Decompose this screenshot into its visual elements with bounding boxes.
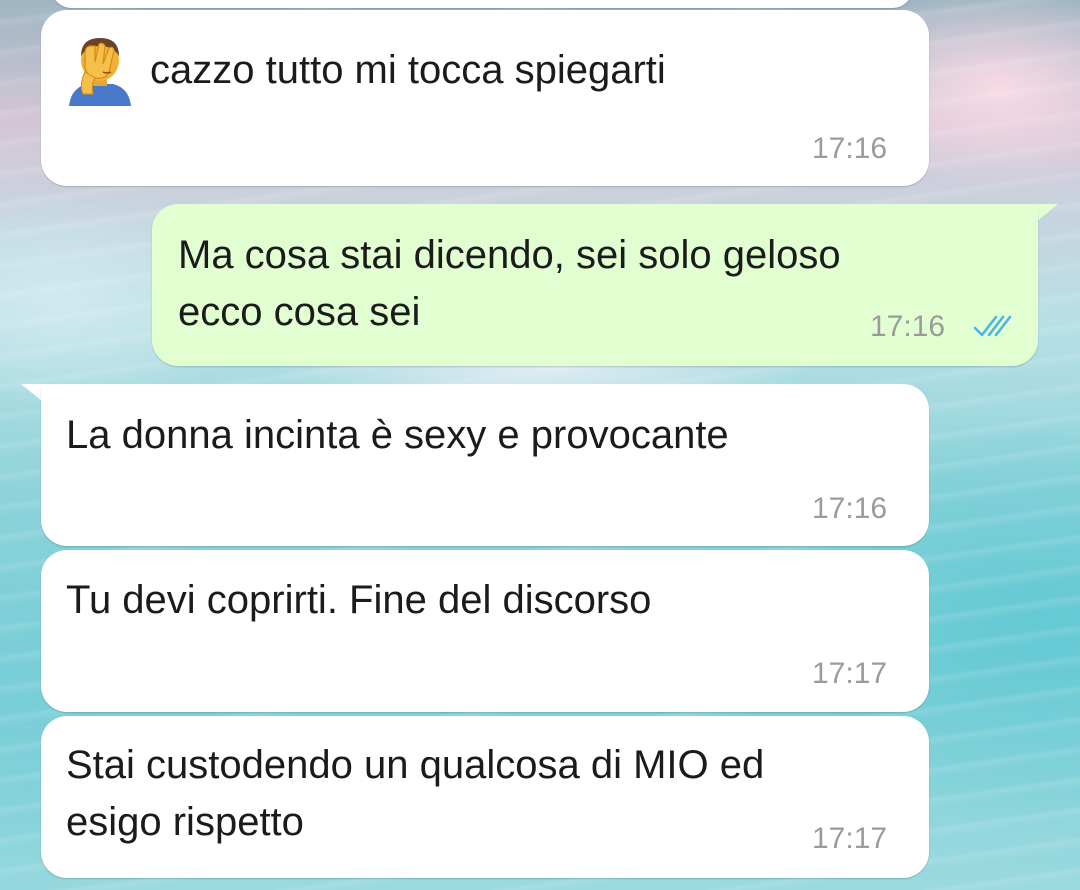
message-timestamp: 17:17 (812, 657, 888, 690)
message-timestamp: 17:16 (812, 132, 888, 165)
message-text-line-1: Ma cosa stai dicendo, sei solo geloso (178, 233, 841, 277)
message-text-line-2: esigo rispetto (66, 800, 304, 844)
message-bubble-incoming[interactable]: La donna incinta è sexy e provocante 17:… (41, 384, 929, 546)
message-timestamp: 17:17 (812, 822, 888, 855)
bubble-tail (1036, 204, 1058, 222)
person-facepalming-icon (63, 32, 137, 106)
message-bubble-incoming[interactable]: Stai custodendo un qualcosa di MIO ed es… (41, 716, 929, 878)
message-timestamp: 17:16 (812, 492, 888, 525)
message-timestamp: 17:16 (870, 310, 946, 343)
message-bubble-outgoing[interactable]: Ma cosa stai dicendo, sei solo geloso ec… (152, 204, 1038, 366)
message-text-line-1: Stai custodendo un qualcosa di MIO ed (66, 743, 765, 787)
message-text: Tu devi coprirti. Fine del discorso (66, 578, 652, 622)
double-check-read-icon (972, 312, 1016, 340)
message-text: La donna incinta è sexy e provocante (66, 413, 729, 457)
message-text-line-2: ecco cosa sei (178, 290, 421, 334)
message-bubble-incoming[interactable]: Tu devi coprirti. Fine del discorso 17:1… (41, 550, 929, 712)
message-bubble-incoming[interactable]: cazzo tutto mi tocca spiegarti 17:16 (41, 10, 929, 186)
message-bubble-partial[interactable] (52, 0, 912, 8)
bubble-tail (21, 384, 43, 402)
message-text: cazzo tutto mi tocca spiegarti (150, 48, 666, 92)
